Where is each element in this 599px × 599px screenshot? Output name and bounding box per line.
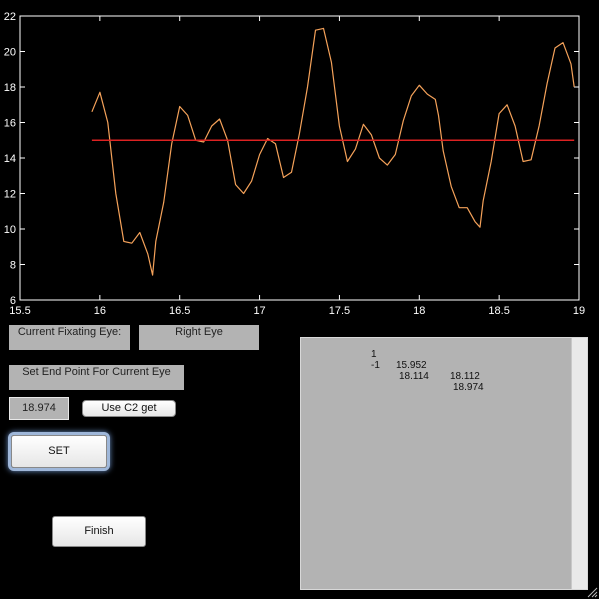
- end-point-label: Set End Point For Current Eye: [9, 365, 184, 390]
- list-cell: 15.952: [396, 360, 427, 371]
- x-tick-label: 16: [94, 305, 106, 317]
- y-tick-label: 12: [4, 189, 16, 201]
- y-tick-label: 18: [4, 82, 16, 94]
- fixating-eye-label: Current Fixating Eye:: [9, 325, 130, 350]
- x-tick-label: 18: [413, 305, 425, 317]
- list-cell: 18.112: [450, 371, 480, 382]
- x-tick-label: 16.5: [169, 305, 190, 317]
- finish-button[interactable]: Finish: [52, 516, 146, 547]
- list-cell: -1: [371, 360, 380, 371]
- gaze-position-chart: 15.5 16 16.5 17 17.5 18 18.5 196810121416182022: [4, 11, 585, 317]
- set-button[interactable]: SET: [11, 435, 107, 468]
- y-tick-label: 20: [4, 47, 16, 59]
- y-tick-label: 14: [4, 153, 16, 165]
- y-tick-label: 8: [10, 260, 16, 272]
- list-cell: 18.974: [453, 382, 484, 393]
- resize-grip-icon[interactable]: [587, 587, 598, 598]
- results-list[interactable]: 1 15.952 18.112 -1 18.114 18.974: [300, 337, 588, 590]
- y-tick-label: 6: [10, 295, 16, 307]
- x-tick-label: 19: [573, 305, 585, 317]
- fixating-eye-value: Right Eye: [139, 325, 259, 350]
- x-tick-label: 17.5: [329, 305, 350, 317]
- use-c2-button[interactable]: Use C2 get: [82, 400, 176, 417]
- y-tick-label: 16: [4, 118, 16, 130]
- list-scrollbar[interactable]: [571, 338, 587, 589]
- plot-area: [19, 15, 580, 301]
- y-tick-label: 22: [4, 11, 16, 23]
- x-tick-label: 18.5: [488, 305, 509, 317]
- list-cell: 18.114: [399, 371, 429, 382]
- x-tick-label: 17: [253, 305, 265, 317]
- list-item[interactable]: -1 18.114 18.974: [371, 349, 484, 404]
- y-tick-label: 10: [4, 224, 16, 236]
- end-point-field[interactable]: 18.974: [9, 397, 69, 420]
